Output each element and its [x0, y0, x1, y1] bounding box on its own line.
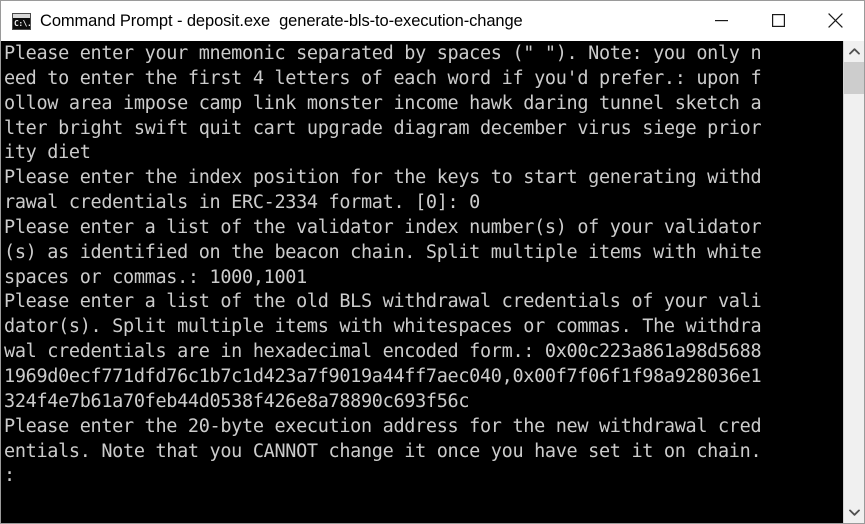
icon-prompt-text: C:\. — [14, 18, 32, 28]
console-line: wal credentials are in hexadecimal encod… — [4, 341, 762, 363]
scroll-up-arrow-icon — [848, 48, 860, 55]
scroll-down-button[interactable] — [844, 502, 864, 523]
console-line: ity diet — [4, 142, 91, 164]
console-line: Please enter a list of the old BLS withd… — [4, 291, 762, 313]
console-line: 1969d0ecf771dfd76c1b7c1d423a7f9019a44ff7… — [4, 365, 762, 387]
vertical-scrollbar[interactable] — [843, 41, 864, 523]
title-bar[interactable]: C:\. Command Prompt - deposit.exe genera… — [1, 1, 864, 41]
console-line: dator(s). Split multiple items with whit… — [4, 316, 762, 338]
console-line: Please enter your mnemonic separated by … — [4, 43, 762, 64]
console-line: eed to enter the first 4 letters of each… — [4, 67, 762, 89]
scroll-up-button[interactable] — [844, 41, 864, 62]
console-line: Please enter a list of the validator ind… — [4, 216, 762, 238]
close-icon — [828, 13, 843, 28]
console-line: ollow area impose camp link monster inco… — [4, 92, 762, 114]
console-line: entials. Note that you CANNOT change it … — [4, 440, 762, 462]
minimize-button[interactable] — [693, 1, 750, 40]
console-line: spaces or commas.: 1000,1001 — [4, 266, 307, 288]
console-output[interactable]: Please enter your mnemonic separated by … — [1, 41, 843, 523]
console-area[interactable]: Please enter your mnemonic separated by … — [1, 41, 864, 523]
window-title: Command Prompt - deposit.exe generate-bl… — [40, 11, 523, 30]
console-line: Please enter the 20-byte execution addre… — [4, 415, 762, 437]
maximize-button[interactable] — [750, 1, 807, 40]
command-prompt-window: C:\. Command Prompt - deposit.exe genera… — [0, 0, 865, 524]
console-line: 324f4e7b61a70feb44d0538f426e8a78890c693f… — [4, 390, 470, 412]
console-line: rawal credentials in ERC-2334 format. [0… — [4, 192, 480, 214]
console-line: Please enter the index position for the … — [4, 167, 762, 189]
maximize-icon — [772, 14, 785, 27]
console-line: (s) as identified on the beacon chain. S… — [4, 241, 762, 263]
scrollbar-track[interactable] — [844, 62, 864, 502]
console-line: : — [4, 465, 15, 487]
close-button[interactable] — [807, 1, 864, 40]
console-line: lter bright swift quit cart upgrade diag… — [4, 117, 762, 139]
scrollbar-thumb[interactable] — [844, 62, 864, 94]
scroll-down-arrow-icon — [848, 509, 860, 516]
window-controls — [693, 1, 864, 41]
minimize-icon — [715, 20, 728, 22]
command-prompt-icon[interactable]: C:\. — [12, 12, 32, 30]
